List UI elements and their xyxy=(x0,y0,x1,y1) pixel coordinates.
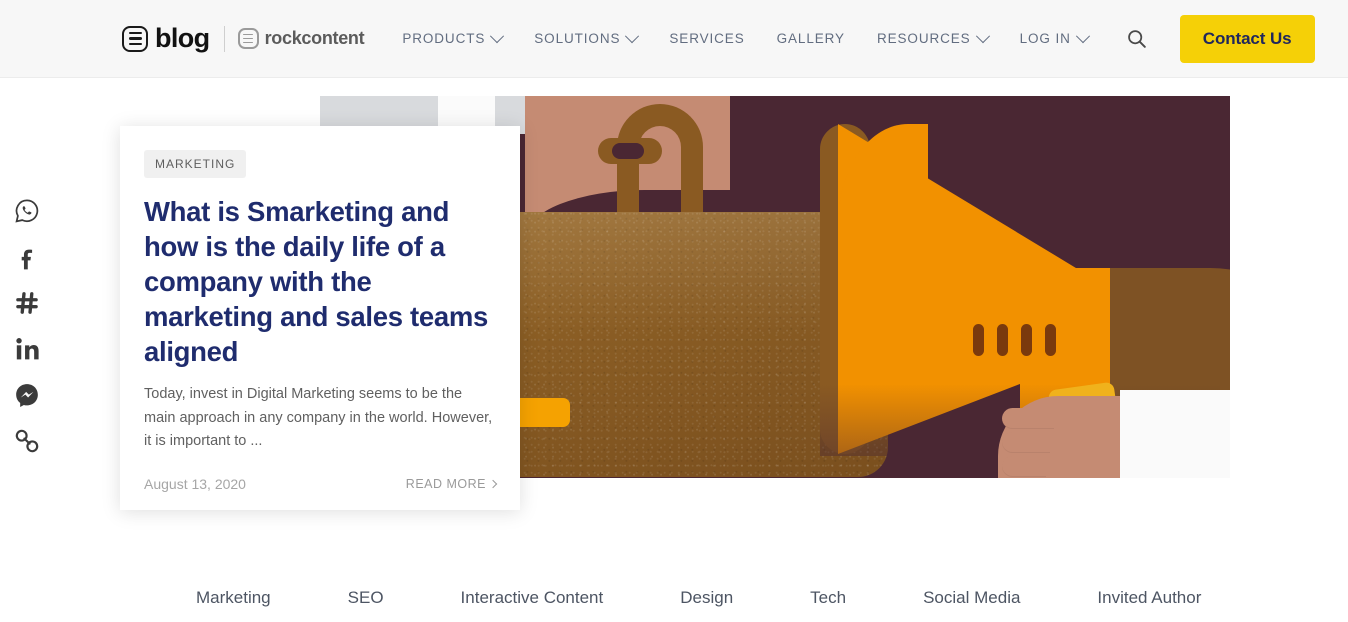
nav-label: LOG IN xyxy=(1019,31,1071,46)
nav-item-gallery[interactable]: GALLERY xyxy=(761,31,861,46)
nav-item-solutions[interactable]: SOLUTIONS xyxy=(518,28,653,46)
site-header: blog rockcontent PRODUCTS SOLUTIONS SERV… xyxy=(0,0,1348,78)
category-item-invited-author[interactable]: Invited Author xyxy=(1097,588,1201,608)
nav-item-products[interactable]: PRODUCTS xyxy=(386,28,518,46)
search-button[interactable] xyxy=(1122,24,1152,54)
category-item-seo[interactable]: SEO xyxy=(348,588,422,608)
article-category-tag[interactable]: MARKETING xyxy=(144,150,247,178)
nav-label: SOLUTIONS xyxy=(534,31,621,46)
article-card-footer: August 13, 2020 READ MORE xyxy=(144,475,498,492)
search-icon xyxy=(1128,30,1147,48)
article-title[interactable]: What is Smarketing and how is the daily … xyxy=(144,194,496,369)
article-excerpt: Today, invest in Digital Marketing seems… xyxy=(144,386,493,449)
megaphone-vents xyxy=(973,324,1056,356)
category-item-tech[interactable]: Tech xyxy=(810,588,884,608)
nav-item-login[interactable]: LOG IN xyxy=(1004,28,1104,46)
brand-area: blog rockcontent xyxy=(122,25,365,52)
category-navigation: Marketing SEO Interactive Content Design… xyxy=(0,558,1348,622)
chevron-down-icon xyxy=(625,28,640,43)
category-item-social-media[interactable]: Social Media xyxy=(923,588,1058,608)
deco-block-white-2 xyxy=(1120,390,1230,478)
main-navigation: PRODUCTS SOLUTIONS SERVICES GALLERY RESO… xyxy=(386,28,1104,46)
nav-label: SERVICES xyxy=(669,31,745,46)
category-item-marketing[interactable]: Marketing xyxy=(196,588,309,608)
hand-fingers xyxy=(1002,408,1054,478)
contact-us-button[interactable]: Contact Us xyxy=(1179,14,1315,63)
rockcontent-logo-text: rockcontent xyxy=(264,28,365,48)
chevron-down-icon xyxy=(490,28,505,43)
blog-logo-link[interactable]: blog xyxy=(122,25,210,52)
blog-logo-icon xyxy=(122,25,148,52)
briefcase-thumb-cutout xyxy=(612,143,644,159)
article-date: August 13, 2020 xyxy=(144,475,246,492)
nav-label: RESOURCES xyxy=(876,31,971,46)
nav-item-services[interactable]: SERVICES xyxy=(653,31,760,46)
blog-logo-text: blog xyxy=(155,23,210,53)
rockcontent-logo-link[interactable]: rockcontent xyxy=(237,28,365,49)
featured-article-card[interactable]: MARKETING What is Smarketing and how is … xyxy=(120,126,520,510)
category-item-interactive-content[interactable]: Interactive Content xyxy=(461,588,642,608)
chevron-right-icon xyxy=(488,479,498,488)
chevron-down-icon xyxy=(975,28,990,43)
hero-section: MARKETING What is Smarketing and how is … xyxy=(0,78,1348,558)
chevron-down-icon xyxy=(1075,28,1090,43)
brand-divider xyxy=(223,25,225,52)
nav-item-resources[interactable]: RESOURCES xyxy=(861,28,1004,46)
nav-label: GALLERY xyxy=(776,31,845,46)
rockcontent-logo-icon xyxy=(237,28,259,49)
nav-label: PRODUCTS xyxy=(402,31,486,46)
read-more-label: READ MORE xyxy=(405,476,486,491)
category-item-design[interactable]: Design xyxy=(680,588,771,608)
read-more-link[interactable]: READ MORE xyxy=(405,476,498,491)
